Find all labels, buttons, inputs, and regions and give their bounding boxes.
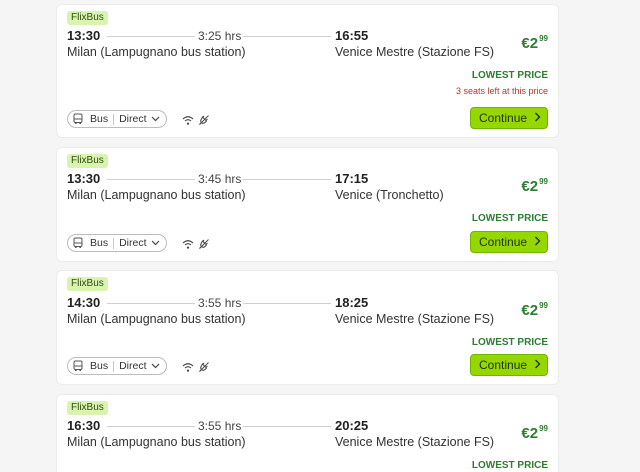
route-type-label: Direct [119, 360, 147, 372]
duration-line [243, 303, 331, 304]
arrival-time: 20:25 [335, 418, 369, 433]
chevron-down-icon [151, 363, 160, 369]
departure-station: Milan (Lampugnano bus station) [67, 188, 246, 202]
seats-left-warning: 3 seats left at this price [455, 86, 548, 96]
lowest-price-label: LOWEST PRICE [471, 460, 548, 471]
duration-line [243, 426, 331, 427]
bus-icon [71, 112, 85, 126]
arrival-time: 17:15 [335, 171, 369, 186]
route-type-label: Direct [119, 237, 147, 249]
continue-button[interactable]: Continue [470, 354, 548, 376]
divider [113, 360, 115, 372]
mode-label: Bus [90, 360, 109, 372]
operator-badge: FlixBus [67, 277, 108, 291]
departure-station: Milan (Lampugnano bus station) [67, 312, 246, 326]
lowest-price-label: LOWEST PRICE [471, 213, 548, 224]
bus-icon [71, 359, 85, 373]
transport-mode-selector[interactable]: Bus Direct [67, 234, 167, 252]
arrival-station: Venice (Tronchetto) [335, 188, 444, 202]
mode-label: Bus [90, 237, 109, 249]
price: €299 [521, 177, 548, 195]
wifi-icon [182, 237, 194, 255]
departure-time: 14:30 [67, 295, 101, 310]
trip-card[interactable]: FlixBus 14:30 3:55 hrs 18:25 Milan (Lamp… [56, 270, 559, 385]
trip-duration: 3:55 hrs [195, 295, 245, 311]
lowest-price-label: LOWEST PRICE [471, 337, 548, 348]
power-plug-icon [198, 113, 210, 131]
route-type-label: Direct [119, 113, 147, 125]
bus-icon [71, 236, 85, 250]
operator-badge: FlixBus [67, 11, 108, 25]
continue-button[interactable]: Continue [470, 231, 548, 253]
arrival-time: 18:25 [335, 295, 369, 310]
price: €299 [521, 424, 548, 442]
trip-duration: 3:25 hrs [195, 28, 245, 44]
amenities [182, 113, 210, 131]
wifi-icon [182, 113, 194, 131]
chevron-right-icon [534, 358, 541, 372]
departure-time: 16:30 [67, 418, 101, 433]
continue-button[interactable]: Continue [470, 107, 548, 129]
trip-duration: 3:55 hrs [195, 418, 245, 434]
lowest-price-label: LOWEST PRICE [471, 70, 548, 81]
continue-label: Continue [479, 111, 528, 125]
duration-line [243, 36, 331, 37]
transport-mode-selector[interactable]: Bus Direct [67, 110, 167, 128]
departure-station: Milan (Lampugnano bus station) [67, 45, 246, 59]
duration-line [243, 179, 331, 180]
trip-card[interactable]: FlixBus 13:30 3:45 hrs 17:15 Milan (Lamp… [56, 147, 559, 262]
wifi-icon [182, 360, 194, 378]
mode-label: Bus [90, 113, 109, 125]
price: €299 [521, 301, 548, 319]
arrival-station: Venice Mestre (Stazione FS) [335, 312, 495, 326]
trip-duration: 3:45 hrs [195, 171, 245, 187]
transport-mode-selector[interactable]: Bus Direct [67, 357, 167, 375]
chevron-down-icon [151, 240, 160, 246]
power-plug-icon [198, 237, 210, 255]
arrival-time: 16:55 [335, 28, 369, 43]
amenities [182, 360, 210, 378]
price: €299 [521, 34, 548, 52]
trip-card[interactable]: FlixBus 13:30 3:25 hrs 16:55 Milan (Lamp… [56, 4, 559, 138]
arrival-station: Venice Mestre (Stazione FS) [335, 45, 495, 59]
operator-badge: FlixBus [67, 401, 108, 415]
power-plug-icon [198, 360, 210, 378]
chevron-right-icon [534, 235, 541, 249]
arrival-station: Venice Mestre (Stazione FS) [335, 435, 495, 449]
departure-station: Milan (Lampugnano bus station) [67, 435, 246, 449]
operator-badge: FlixBus [67, 154, 108, 168]
chevron-right-icon [534, 111, 541, 125]
departure-time: 13:30 [67, 28, 101, 43]
continue-label: Continue [479, 358, 528, 372]
divider [113, 113, 115, 125]
divider [113, 237, 115, 249]
chevron-down-icon [151, 116, 160, 122]
continue-label: Continue [479, 235, 528, 249]
trip-card[interactable]: FlixBus 16:30 3:55 hrs 20:25 Milan (Lamp… [56, 394, 559, 472]
departure-time: 13:30 [67, 171, 101, 186]
amenities [182, 237, 210, 255]
